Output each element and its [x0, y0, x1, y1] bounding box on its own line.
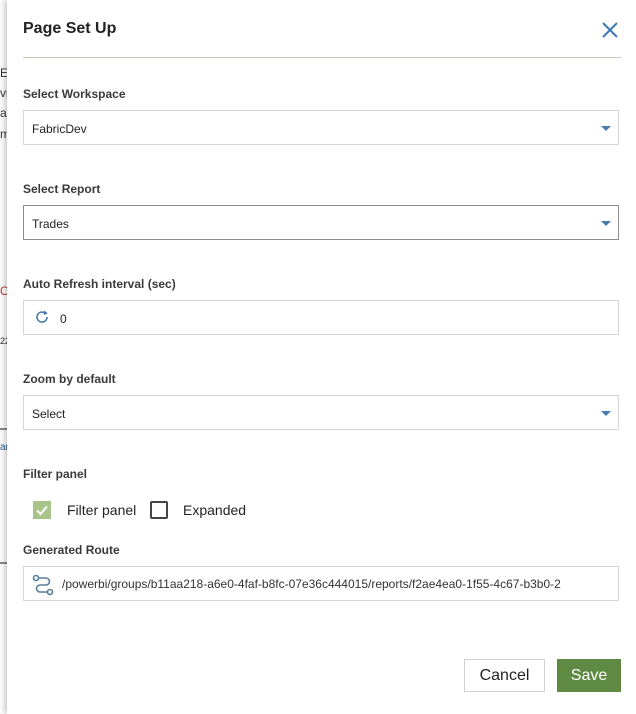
filter-panel-checkbox[interactable]: [33, 501, 51, 519]
save-button[interactable]: Save: [557, 659, 621, 692]
zoom-label: Zoom by default: [23, 372, 116, 386]
dialog-header: Page Set Up: [23, 0, 621, 58]
dialog-title: Page Set Up: [23, 20, 117, 37]
report-label: Select Report: [23, 182, 101, 196]
workspace-value: FabricDev: [32, 122, 87, 136]
refresh-value: 0: [60, 312, 67, 326]
workspace-label: Select Workspace: [23, 87, 126, 101]
route-label: Generated Route: [23, 543, 120, 557]
chevron-down-icon: [601, 411, 611, 416]
filter-panel-label[interactable]: Filter panel: [67, 502, 136, 518]
checkmark-icon: [36, 505, 48, 516]
chevron-down-icon: [601, 126, 611, 131]
route-icon: [32, 574, 54, 596]
zoom-value: Select: [32, 407, 66, 421]
filter-section-label: Filter panel: [23, 467, 88, 481]
close-icon: [602, 22, 618, 38]
cancel-button[interactable]: Cancel: [464, 659, 545, 692]
workspace-select[interactable]: FabricDev: [23, 110, 619, 145]
refresh-interval-input[interactable]: 0: [23, 300, 619, 335]
close-button[interactable]: [601, 21, 619, 39]
report-select[interactable]: Trades: [23, 205, 619, 240]
expanded-checkbox[interactable]: [150, 501, 168, 519]
chevron-down-icon: [601, 221, 611, 226]
refresh-label: Auto Refresh interval (sec): [23, 277, 176, 291]
page-setup-dialog: Page Set Up Select Workspace FabricDev S…: [7, 0, 636, 714]
refresh-icon: [36, 310, 48, 323]
report-value: Trades: [32, 217, 69, 231]
route-value: /powerbi/groups/b11aa218-a6e0-4faf-b8fc-…: [62, 577, 561, 591]
generated-route-field[interactable]: /powerbi/groups/b11aa218-a6e0-4faf-b8fc-…: [23, 566, 619, 601]
expanded-label[interactable]: Expanded: [183, 502, 246, 518]
zoom-select[interactable]: Select: [23, 395, 619, 430]
